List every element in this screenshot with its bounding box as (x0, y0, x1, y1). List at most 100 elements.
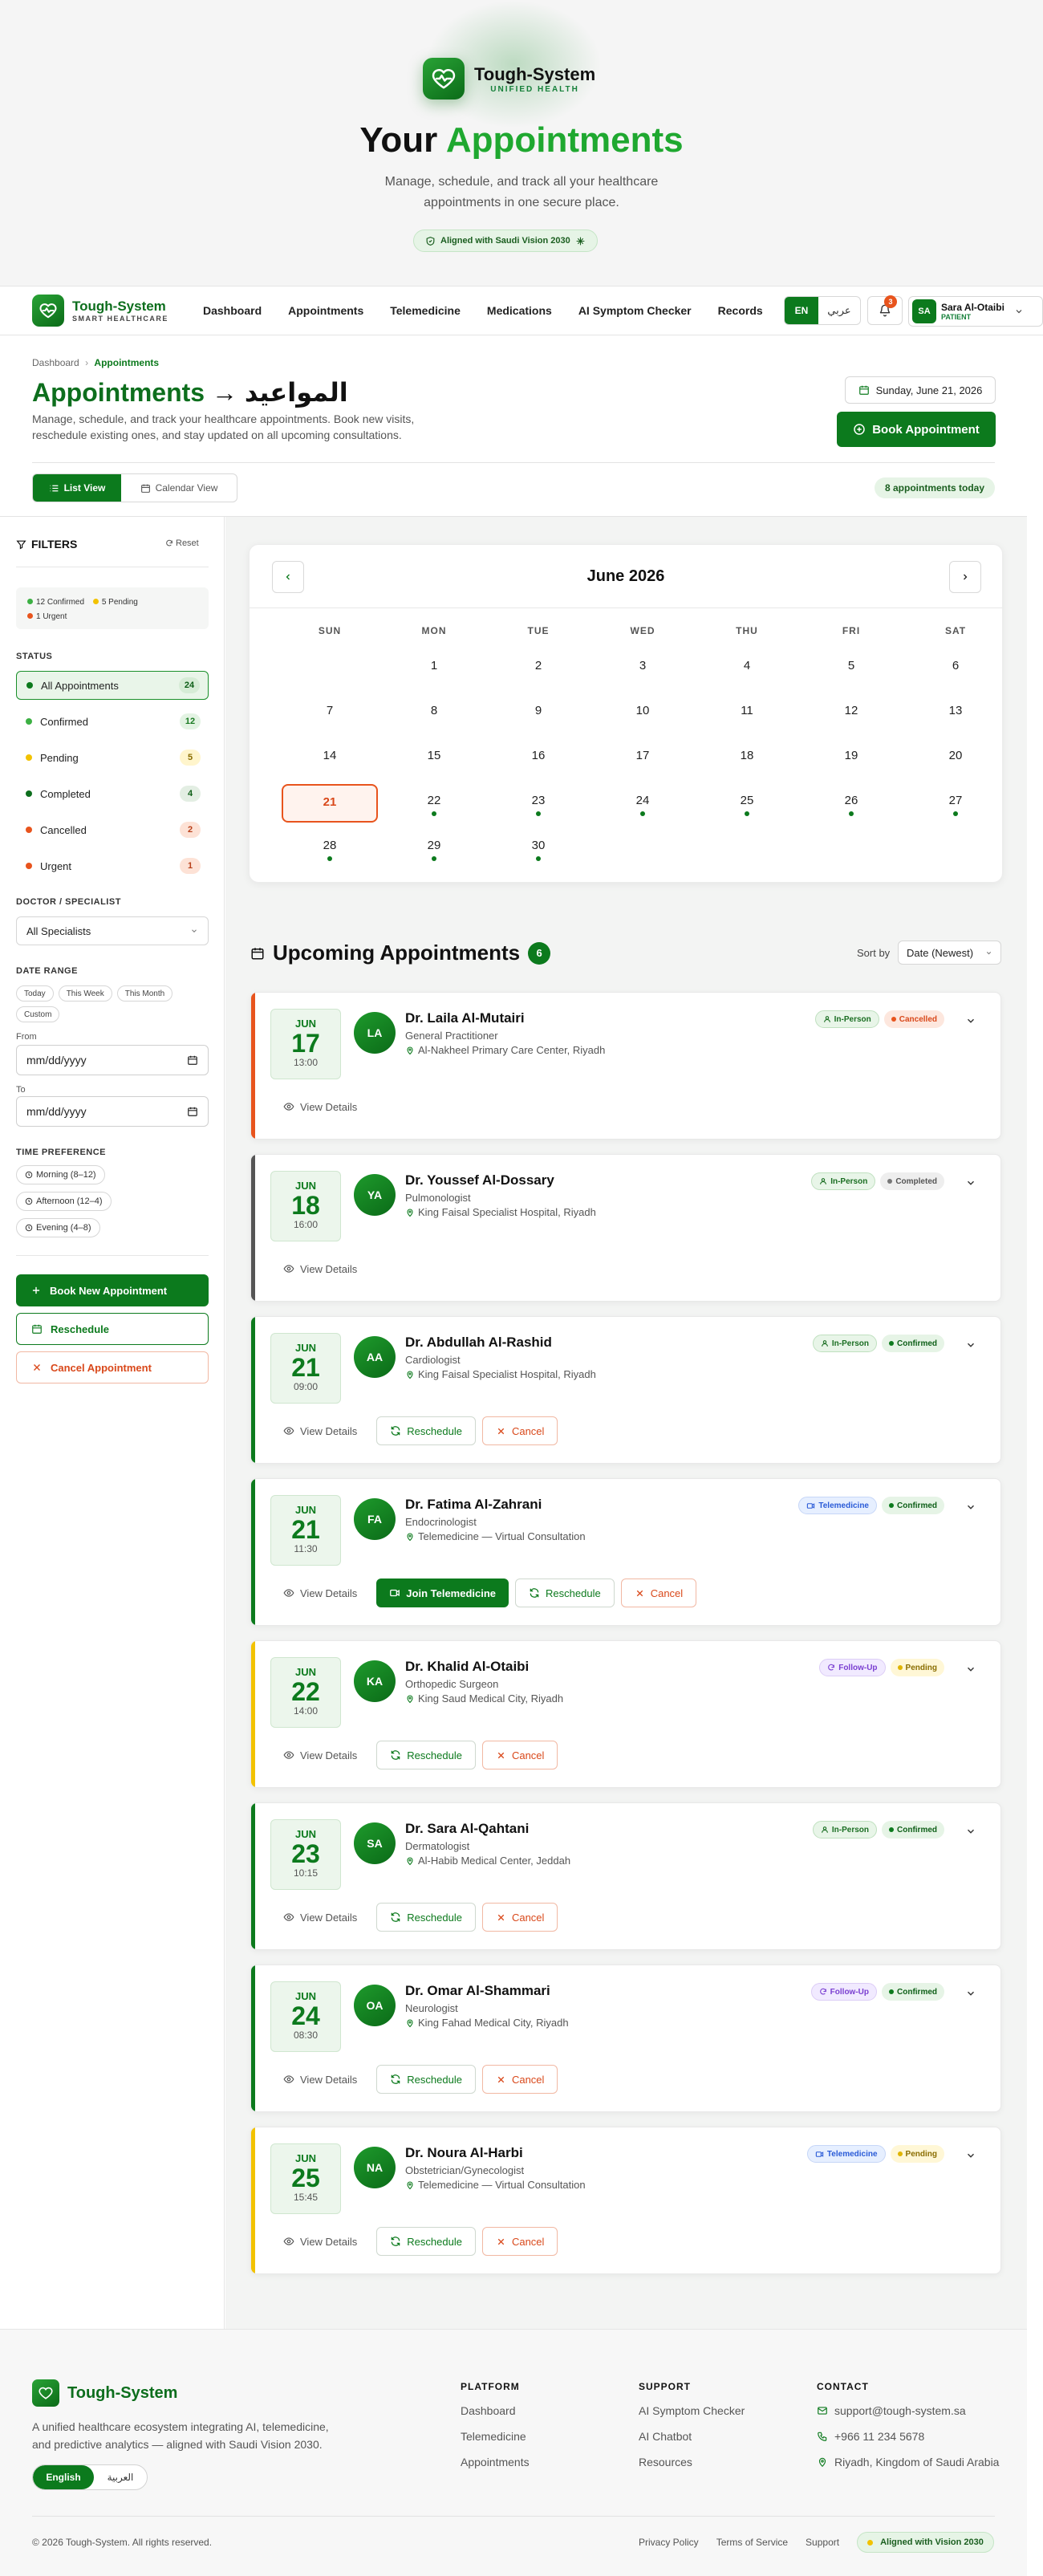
appointment-card[interactable]: JUN 25 15:45 NA Dr. Noura Al-Harbi Obstetrici… (250, 2127, 1001, 2274)
status-filter-cancelled[interactable]: Cancelled 2 (16, 815, 209, 844)
cancel-appointment-button[interactable]: Cancel (481, 2065, 558, 2094)
calendar-day[interactable]: 23 (490, 784, 586, 823)
footer-email[interactable]: support@tough-system.sa (817, 2403, 999, 2418)
expand-button[interactable] (965, 1501, 976, 1517)
appointment-card[interactable]: JUN 22 14:00 KA Dr. Khalid Al-Otaibi Orthoped… (250, 1640, 1001, 1788)
view-details-button[interactable]: View Details (270, 1741, 370, 1769)
calendar-day[interactable]: 13 (907, 694, 1004, 733)
calendar-day[interactable]: 24 (595, 784, 691, 823)
date-chip-custom[interactable]: Custom (16, 1006, 60, 1022)
footer-link-ai-chatbot[interactable]: AI Chatbot (639, 2429, 745, 2444)
date-chip-today[interactable]: Today (16, 985, 54, 1002)
join-telemedicine-button[interactable]: Join Telemedicine (376, 1579, 509, 1607)
notifications-button[interactable]: 3 (867, 295, 903, 325)
expand-button[interactable] (965, 1826, 976, 1841)
calendar-day[interactable]: 10 (595, 694, 691, 733)
status-filter-completed[interactable]: Completed 4 (16, 779, 209, 808)
from-date-input[interactable]: mm/dd/yyyy (16, 1045, 209, 1075)
calendar-day[interactable]: 8 (386, 694, 482, 733)
calendar-day[interactable]: 5 (803, 649, 899, 688)
calendar-day[interactable]: 11 (699, 694, 795, 733)
reschedule-button[interactable]: Reschedule (16, 1313, 209, 1345)
footer-link-dashboard[interactable]: Dashboard (461, 2403, 530, 2418)
calendar-day[interactable]: 21 (282, 784, 378, 823)
book-appointment-button[interactable]: Book Appointment (837, 412, 996, 447)
view-details-button[interactable]: View Details (270, 2227, 370, 2256)
appointment-card[interactable]: JUN 18 16:00 YA Dr. Youssef Al-Dossary Pulmon… (250, 1154, 1001, 1302)
calendar-day[interactable]: 7 (282, 694, 378, 733)
calendar-view-button[interactable]: Calendar View (121, 474, 237, 502)
nav-link-ai-symptom-checker[interactable]: AI Symptom Checker (578, 304, 692, 317)
sort-select[interactable]: Date (Newest) (898, 941, 1001, 965)
reset-filters-button[interactable]: Reset (165, 538, 199, 548)
appointment-card[interactable]: JUN 21 11:30 FA Dr. Fatima Al-Zahrani Endocri… (250, 1478, 1001, 1626)
view-details-button[interactable]: View Details (270, 1416, 370, 1445)
nav-logo[interactable]: Tough-System SMART HEALTHCARE (32, 295, 168, 327)
appointment-card[interactable]: JUN 23 10:15 SA Dr. Sara Al-Qahtani Dermatolo… (250, 1802, 1001, 1950)
book-new-appointment-button[interactable]: Book New Appointment (16, 1274, 209, 1306)
footer-logo[interactable]: Tough-System (32, 2379, 177, 2407)
reschedule-appointment-button[interactable]: Reschedule (376, 1416, 476, 1445)
time-chip-afternoon[interactable]: Afternoon (12–4) (16, 1192, 112, 1211)
view-details-button[interactable]: View Details (270, 1579, 370, 1607)
status-filter-confirmed[interactable]: Confirmed 12 (16, 707, 209, 736)
support-link[interactable]: Support (806, 2537, 839, 2548)
view-details-button[interactable]: View Details (270, 1092, 370, 1121)
footer-phone[interactable]: +966 11 234 5678 (817, 2429, 999, 2444)
calendar-day[interactable]: 2 (490, 649, 586, 688)
calendar-day[interactable]: 18 (699, 739, 795, 778)
time-chip-morning[interactable]: Morning (8–12) (16, 1165, 105, 1184)
next-month-button[interactable] (949, 561, 981, 593)
expand-button[interactable] (965, 1177, 976, 1193)
reschedule-appointment-button[interactable]: Reschedule (376, 1741, 476, 1769)
cancel-appointment-button[interactable]: Cancel (481, 1741, 558, 1769)
calendar-day[interactable]: 19 (803, 739, 899, 778)
calendar-day[interactable]: 16 (490, 739, 586, 778)
calendar-day[interactable]: 29 (386, 829, 482, 867)
calendar-day[interactable]: 9 (490, 694, 586, 733)
reschedule-appointment-button[interactable]: Reschedule (515, 1579, 615, 1607)
user-menu[interactable]: SA Sara Al-Otaibi PATIENT (908, 296, 1043, 327)
calendar-day[interactable]: 30 (490, 829, 586, 867)
view-details-button[interactable]: View Details (270, 1903, 370, 1932)
cancel-appointment-button[interactable]: Cancel (481, 1903, 558, 1932)
footer-lang-en[interactable]: English (33, 2465, 94, 2489)
calendar-day[interactable]: 14 (282, 739, 378, 778)
calendar-day[interactable]: 17 (595, 739, 691, 778)
nav-link-dashboard[interactable]: Dashboard (203, 304, 262, 317)
time-chip-evening[interactable]: Evening (4–8) (16, 1218, 100, 1237)
footer-link-resources[interactable]: Resources (639, 2455, 745, 2469)
calendar-day[interactable]: 6 (907, 649, 1004, 688)
expand-button[interactable] (965, 2150, 976, 2165)
calendar-day[interactable]: 27 (907, 784, 1004, 823)
footer-lang-ar[interactable]: العربية (94, 2465, 147, 2489)
appointment-card[interactable]: JUN 21 09:00 AA Dr. Abdullah Al-Rashid Cardio… (250, 1316, 1001, 1464)
date-chip-this-month[interactable]: This Month (116, 985, 173, 1002)
calendar-day[interactable]: 15 (386, 739, 482, 778)
calendar-day[interactable]: 1 (386, 649, 482, 688)
calendar-day[interactable]: 22 (386, 784, 482, 823)
date-chip-this-week[interactable]: This Week (58, 985, 112, 1002)
calendar-day[interactable]: 20 (907, 739, 1004, 778)
status-filter-pending[interactable]: Pending 5 (16, 743, 209, 772)
doctor-select[interactable]: All Specialists (16, 916, 209, 945)
appointment-card[interactable]: JUN 17 13:00 LA Dr. Laila Al-Mutairi General … (250, 992, 1001, 1140)
cancel-appointment-button[interactable]: Cancel (481, 1416, 558, 1445)
calendar-day[interactable]: 4 (699, 649, 795, 688)
footer-link-ai-symptom-checker[interactable]: AI Symptom Checker (639, 2403, 745, 2418)
status-filter-urgent[interactable]: Urgent 1 (16, 851, 209, 880)
reschedule-appointment-button[interactable]: Reschedule (376, 1903, 476, 1932)
status-filter-all-appointments[interactable]: All Appointments 24 (16, 671, 209, 700)
reschedule-appointment-button[interactable]: Reschedule (376, 2227, 476, 2256)
nav-link-medications[interactable]: Medications (487, 304, 552, 317)
nav-link-appointments[interactable]: Appointments (288, 304, 363, 317)
calendar-day[interactable]: 12 (803, 694, 899, 733)
list-view-button[interactable]: List View (33, 474, 121, 502)
cancel-appointment-button[interactable]: Cancel (481, 2227, 558, 2256)
terms-link[interactable]: Terms of Service (716, 2537, 788, 2548)
privacy-policy-link[interactable]: Privacy Policy (639, 2537, 699, 2548)
reschedule-appointment-button[interactable]: Reschedule (376, 2065, 476, 2094)
calendar-day[interactable]: 25 (699, 784, 795, 823)
view-details-button[interactable]: View Details (270, 2065, 370, 2094)
appointment-card[interactable]: JUN 24 08:30 OA Dr. Omar Al-Shammari Neurolog… (250, 1965, 1001, 2112)
